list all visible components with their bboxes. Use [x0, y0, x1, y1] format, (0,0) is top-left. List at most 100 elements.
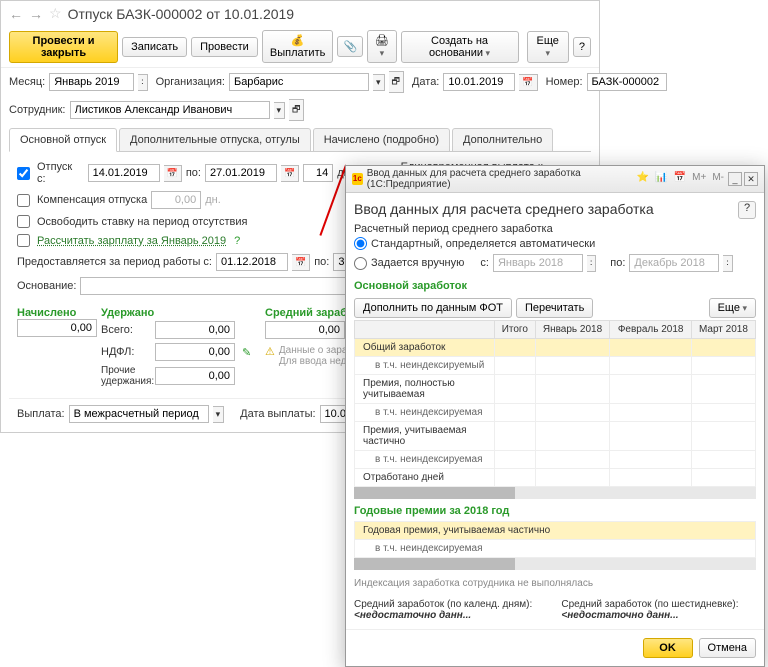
payment-dropdown-icon[interactable]: ▾: [213, 406, 225, 423]
avg-sixday-label: Средний заработок (по шестидневке):: [561, 599, 738, 610]
date-calendar-icon[interactable]: 📅: [519, 74, 537, 91]
post-and-close-button[interactable]: Провести и закрыть: [9, 31, 118, 63]
tab-main-vacation[interactable]: Основной отпуск: [9, 128, 117, 152]
calc-icon[interactable]: 📊: [655, 172, 667, 186]
employee-dropdown-icon[interactable]: ▾: [274, 102, 286, 119]
period-from-calendar-icon[interactable]: 📅: [292, 254, 310, 271]
org-input[interactable]: [229, 73, 369, 91]
pay-button[interactable]: 💰 Выплатить: [262, 30, 334, 63]
payment-label: Выплата:: [17, 408, 65, 420]
table-row: Годовая премия, учитываемая частично: [355, 522, 756, 540]
period-manual-label: Задается вручную: [371, 257, 464, 269]
annual-bonus-table: Годовая премия, учитываемая частично в т…: [354, 521, 756, 558]
favorite-icon[interactable]: ⭐: [637, 172, 649, 186]
period-section-label: Расчетный период среднего заработка: [354, 223, 756, 235]
avg-salary-input[interactable]: [265, 321, 345, 339]
post-button[interactable]: Провести: [191, 37, 258, 57]
tabs: Основной отпуск Дополнительные отпуска, …: [9, 128, 591, 152]
org-dropdown-icon[interactable]: ▾: [373, 74, 385, 91]
month-spinner-icon[interactable]: ∶: [138, 74, 147, 91]
help-button[interactable]: ?: [573, 37, 591, 57]
help-icon[interactable]: ?: [234, 235, 240, 247]
vacation-from-label: Отпуск с:: [37, 161, 84, 185]
tab-calculated[interactable]: Начислено (подробно): [313, 128, 450, 151]
ndfl-edit-icon[interactable]: ✎: [239, 346, 254, 359]
attach-button[interactable]: 📎: [337, 36, 363, 57]
table-scrollbar[interactable]: [354, 487, 756, 499]
bonus-scrollbar[interactable]: [354, 558, 756, 570]
compensation-checkbox[interactable]: [17, 194, 30, 207]
ok-button[interactable]: OK: [643, 638, 693, 658]
cancel-button[interactable]: Отмена: [699, 638, 756, 658]
reason-input[interactable]: [80, 277, 380, 295]
recalc-button[interactable]: Перечитать: [516, 298, 593, 318]
close-icon[interactable]: ✕: [744, 172, 758, 186]
period-from-label: с:: [480, 257, 489, 269]
earnings-table: Итого Январь 2018 Февраль 2018 Март 2018…: [354, 320, 756, 487]
org-open-icon[interactable]: 🗗: [389, 71, 404, 93]
title-bar: ← → ☆ Отпуск БАЗК-000002 от 10.01.2019: [1, 1, 599, 26]
favorite-star-icon[interactable]: ☆: [49, 5, 62, 22]
nav-fwd-icon[interactable]: →: [29, 6, 43, 22]
vacation-days-input[interactable]: [303, 164, 333, 182]
period-to-label: по:: [314, 256, 329, 268]
create-based-button[interactable]: Создать на основании: [401, 31, 519, 63]
dialog-window-title: Ввод данных для расчета среднего заработ…: [367, 168, 635, 190]
tab-additional[interactable]: Дополнительные отпуска, отгулы: [119, 128, 311, 151]
ndfl-input[interactable]: [155, 343, 235, 361]
avg-earnings-dialog: 1c Ввод данных для расчета среднего зара…: [345, 165, 765, 667]
nav-back-icon[interactable]: ←: [9, 6, 23, 22]
recalc-salary-link[interactable]: Рассчитать зарплату за Январь 2019: [37, 235, 226, 247]
avg-calendar-value: <недостаточно данн...: [354, 610, 471, 621]
dialog-help-button[interactable]: ?: [738, 201, 756, 219]
pay-label: Выплатить: [270, 47, 325, 59]
header-row-2: Сотрудник: ▾ 🗗: [1, 96, 599, 124]
compensation-label: Компенсация отпуска: [37, 194, 147, 206]
period-standard-radio[interactable]: [354, 237, 367, 250]
employee-open-icon[interactable]: 🗗: [289, 99, 304, 121]
vacation-to-calendar-icon[interactable]: 📅: [281, 165, 299, 182]
vacation-to-input[interactable]: [205, 164, 277, 182]
period-from-input[interactable]: [216, 253, 288, 271]
main-earnings-section: Основной заработок: [354, 280, 756, 292]
more-button[interactable]: Еще: [527, 31, 569, 63]
vacation-from-input[interactable]: [88, 164, 160, 182]
table-row: в т.ч. неиндексируемая: [355, 451, 756, 469]
document-title: Отпуск БАЗК-000002 от 10.01.2019: [68, 6, 295, 22]
table-row: Отработано дней: [355, 469, 756, 487]
tab-extra[interactable]: Дополнительно: [452, 128, 553, 151]
other-input[interactable]: [155, 367, 235, 385]
recalc-salary-checkbox[interactable]: [17, 234, 30, 247]
annual-bonus-section: Годовые премии за 2018 год: [354, 505, 756, 517]
month-input[interactable]: [49, 73, 134, 91]
table-row: Премия, полностью учитываемая: [355, 375, 756, 404]
accrued-input[interactable]: [17, 319, 97, 337]
fill-fot-button[interactable]: Дополнить по данным ФОТ: [354, 298, 512, 318]
calendar-icon[interactable]: 📅: [674, 172, 686, 186]
vacation-checkbox[interactable]: [17, 167, 30, 180]
total-input[interactable]: [155, 321, 235, 339]
number-input[interactable]: [587, 73, 667, 91]
dialog-more-button[interactable]: Еще: [709, 298, 756, 318]
number-label: Номер:: [546, 76, 583, 88]
print-button[interactable]: 🖨: [367, 30, 396, 63]
compensation-days-input[interactable]: [151, 191, 201, 209]
main-toolbar: Провести и закрыть Записать Провести 💰 В…: [1, 26, 599, 68]
save-button[interactable]: Записать: [122, 37, 187, 57]
vacation-from-calendar-icon[interactable]: 📅: [164, 165, 182, 182]
m-minus-icon[interactable]: M-: [712, 172, 724, 186]
table-row: в т.ч. неиндексируемая: [355, 404, 756, 422]
header-row-1: Месяц: ∶ Организация: ▾ 🗗 Дата: 📅 Номер:: [1, 68, 599, 96]
period-standard-label: Стандартный, определяется автоматически: [371, 238, 595, 250]
total-label: Всего:: [101, 324, 151, 336]
period-manual-radio[interactable]: [354, 257, 367, 270]
ndfl-label: НДФЛ:: [101, 346, 151, 358]
table-row: Премия, учитываемая частично: [355, 422, 756, 451]
payment-select[interactable]: [69, 405, 209, 423]
date-input[interactable]: [443, 73, 515, 91]
period-label: Предоставляется за период работы с:: [17, 256, 212, 268]
employee-input[interactable]: [70, 101, 270, 119]
minimize-icon[interactable]: _: [728, 172, 742, 186]
m-plus-icon[interactable]: M+: [692, 172, 706, 186]
release-rate-checkbox[interactable]: [17, 215, 30, 228]
